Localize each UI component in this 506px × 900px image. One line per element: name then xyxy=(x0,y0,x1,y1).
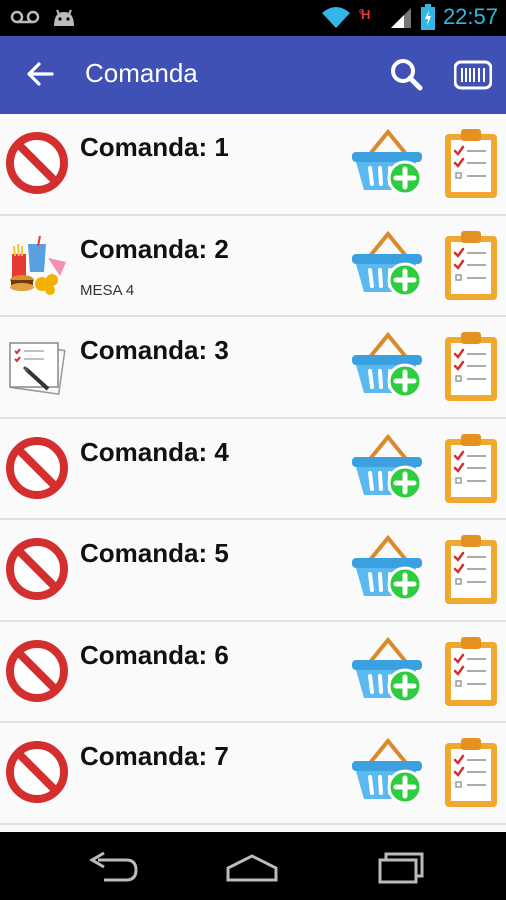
app-bar: Comanda xyxy=(0,36,506,114)
order-list-icon[interactable] xyxy=(442,431,500,505)
add-to-basket-icon[interactable] xyxy=(350,532,426,604)
add-to-basket-icon[interactable] xyxy=(350,228,426,300)
status-bar: H e 22:57 xyxy=(0,0,506,36)
order-note-icon xyxy=(4,333,70,399)
recent-apps-icon[interactable] xyxy=(366,850,426,884)
add-to-basket-icon[interactable] xyxy=(350,735,426,807)
system-nav-bar xyxy=(0,832,506,900)
food-icon xyxy=(4,232,70,298)
comanda-label: Comanda: 7 xyxy=(80,741,229,771)
back-icon[interactable] xyxy=(84,850,144,884)
comanda-label: Comanda: 1 xyxy=(80,132,229,162)
comanda-label: Comanda: 5 xyxy=(80,538,229,568)
order-list-icon[interactable] xyxy=(442,634,500,708)
android-icon xyxy=(54,9,74,26)
comanda-row[interactable]: Comanda: 2 MESA 4 xyxy=(0,215,506,317)
svg-text:e: e xyxy=(359,6,364,16)
comanda-row[interactable]: Comanda: 1 xyxy=(0,114,506,216)
blocked-icon xyxy=(4,638,70,704)
comanda-list: Comanda: 1 Comanda: 2 MESA 4 Comanda: 3 … xyxy=(0,114,506,832)
add-to-basket-icon[interactable] xyxy=(350,431,426,503)
comanda-row[interactable]: Comanda: 6 xyxy=(0,621,506,723)
comanda-label: Comanda: 6 xyxy=(80,639,229,670)
blocked-icon xyxy=(4,435,70,501)
order-list-icon[interactable] xyxy=(442,126,500,200)
back-arrow-icon[interactable] xyxy=(22,56,58,92)
comanda-row[interactable]: Comanda: 7 xyxy=(0,723,506,825)
data-h-icon: H e xyxy=(359,6,370,22)
comanda-label: Comanda: 3 xyxy=(80,335,229,365)
battery-icon xyxy=(420,4,435,30)
comanda-row[interactable]: Comanda: 5 xyxy=(0,520,506,622)
comanda-row[interactable]: Comanda: 3 xyxy=(0,317,506,419)
signal-icon xyxy=(390,8,411,28)
add-to-basket-icon[interactable] xyxy=(350,329,426,401)
comanda-label: Comanda: 4 xyxy=(80,436,229,467)
comanda-subtitle: MESA 4 xyxy=(80,281,135,299)
add-to-basket-icon[interactable] xyxy=(350,634,426,706)
blocked-icon xyxy=(4,739,70,805)
blocked-icon xyxy=(4,130,70,196)
home-icon[interactable] xyxy=(222,850,282,884)
voicemail-icon xyxy=(10,10,40,24)
clock: 22:57 xyxy=(442,4,498,29)
order-list-icon[interactable] xyxy=(442,735,500,809)
search-icon[interactable] xyxy=(388,56,424,92)
comanda-row[interactable]: Comanda: 4 xyxy=(0,418,506,520)
blocked-icon xyxy=(4,536,70,602)
wifi-icon xyxy=(321,7,350,28)
page-title: Comanda xyxy=(85,58,198,88)
barcode-scanner-icon[interactable] xyxy=(454,58,492,92)
order-list-icon[interactable] xyxy=(442,329,500,403)
order-list-icon[interactable] xyxy=(442,228,500,302)
add-to-basket-icon[interactable] xyxy=(350,126,426,198)
order-list-icon[interactable] xyxy=(442,532,500,606)
comanda-label: Comanda: 2 xyxy=(80,233,229,264)
